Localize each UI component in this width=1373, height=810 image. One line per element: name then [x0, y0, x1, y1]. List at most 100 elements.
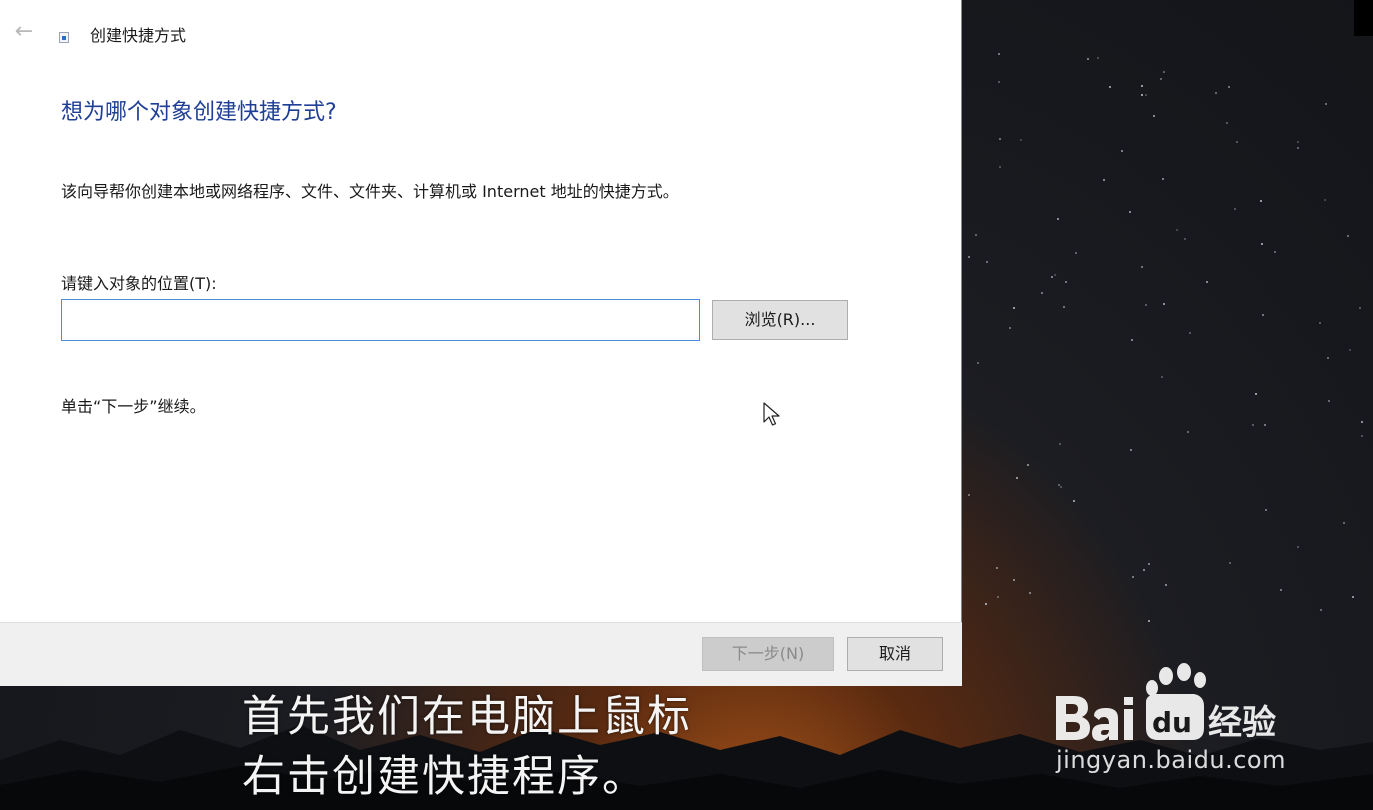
- star: [1148, 620, 1151, 623]
- star: [1015, 477, 1018, 480]
- star: [1233, 208, 1236, 211]
- star: [1059, 443, 1062, 446]
- star: [1176, 228, 1179, 231]
- star: [1359, 307, 1362, 310]
- star: [1343, 521, 1346, 524]
- star: [1131, 576, 1134, 579]
- wizard-description: 该向导帮你创建本地或网络程序、文件、文件夹、计算机或 Internet 地址的快…: [61, 182, 679, 201]
- location-label: 请键入对象的位置(T):: [61, 274, 217, 293]
- browse-button[interactable]: 浏览(R)...: [712, 300, 848, 340]
- star: [1319, 608, 1322, 611]
- cancel-button[interactable]: 取消: [847, 637, 943, 671]
- create-shortcut-dialog: ← 创建快捷方式 想为哪个对象创建快捷方式? 该向导帮你创建本地或网络程序、文件…: [0, 0, 962, 686]
- dialog-footer: 下一步(N) 取消: [0, 622, 962, 686]
- svg-text:du: du: [1152, 706, 1192, 739]
- star: [1361, 435, 1364, 438]
- star: [1327, 356, 1330, 359]
- star: [1065, 281, 1068, 284]
- star: [1129, 210, 1132, 213]
- svg-text:经验: 经验: [1208, 703, 1276, 742]
- dialog-titlebar: ← 创建快捷方式: [0, 0, 962, 66]
- star: [1026, 464, 1029, 467]
- star: [1008, 326, 1011, 329]
- star: [996, 595, 999, 598]
- star: [976, 362, 979, 365]
- back-arrow-icon[interactable]: ←: [12, 20, 36, 44]
- star: [985, 603, 988, 606]
- star: [1152, 115, 1155, 118]
- star: [974, 234, 977, 237]
- star: [1075, 251, 1078, 254]
- star: [996, 567, 999, 570]
- star: [1318, 322, 1321, 325]
- star: [1086, 57, 1089, 60]
- baidu-jingyan-logo: du 经验: [1056, 663, 1276, 742]
- star: [1131, 338, 1134, 341]
- star: [968, 493, 971, 496]
- star: [1161, 376, 1164, 379]
- star: [1051, 276, 1054, 279]
- mouse-cursor-icon: [763, 402, 780, 426]
- star: [1254, 392, 1257, 395]
- star: [1147, 563, 1150, 566]
- star: [1265, 509, 1268, 512]
- star: [1059, 485, 1062, 488]
- star: [1297, 141, 1300, 144]
- star: [1206, 281, 1209, 284]
- star: [997, 52, 1000, 55]
- dialog-title: 创建快捷方式: [90, 26, 187, 45]
- star: [1161, 177, 1164, 180]
- star: [1235, 141, 1238, 144]
- star: [1058, 483, 1061, 486]
- star: [1325, 102, 1328, 105]
- star: [1297, 147, 1300, 150]
- star: [1120, 150, 1123, 153]
- shortcut-icon: [59, 32, 69, 43]
- star: [1261, 313, 1264, 316]
- star: [1019, 138, 1022, 141]
- star: [1013, 579, 1016, 582]
- star: [1057, 217, 1060, 220]
- star: [1274, 251, 1277, 254]
- star: [1263, 424, 1266, 427]
- star: [1129, 448, 1132, 451]
- star: [1279, 588, 1282, 591]
- star: [1227, 85, 1230, 88]
- star: [1360, 421, 1363, 424]
- star: [1260, 242, 1263, 245]
- star: [1323, 198, 1326, 201]
- star: [1352, 596, 1355, 599]
- star: [999, 166, 1002, 169]
- star: [1141, 93, 1144, 96]
- star: [1259, 200, 1262, 203]
- location-input[interactable]: [61, 299, 700, 341]
- star: [1186, 431, 1189, 434]
- next-button[interactable]: 下一步(N): [702, 637, 834, 671]
- page-heading: 想为哪个对象创建快捷方式?: [61, 100, 337, 125]
- star: [1348, 348, 1351, 351]
- star: [1054, 274, 1057, 277]
- star: [985, 261, 988, 264]
- watermark-url: jingyan.baidu.com: [1056, 746, 1286, 774]
- star: [1040, 291, 1043, 294]
- star: [999, 137, 1002, 140]
- subtitle-line-2: 右击创建快捷程序。: [242, 752, 647, 802]
- continue-hint: 单击“下一步”继续。: [61, 397, 206, 416]
- star: [1142, 569, 1145, 572]
- corner-block: [1354, 0, 1373, 36]
- star: [1214, 91, 1217, 94]
- star: [967, 255, 970, 258]
- star: [1108, 86, 1111, 89]
- star: [1189, 332, 1192, 335]
- star: [1297, 545, 1300, 548]
- star: [1251, 423, 1254, 426]
- star: [1028, 592, 1031, 595]
- star: [1229, 561, 1232, 564]
- star: [1162, 71, 1165, 74]
- star: [1145, 94, 1148, 97]
- star: [1103, 179, 1105, 182]
- star: [1013, 306, 1016, 309]
- star: [1073, 499, 1076, 502]
- star: [1062, 305, 1065, 308]
- star: [1164, 583, 1167, 586]
